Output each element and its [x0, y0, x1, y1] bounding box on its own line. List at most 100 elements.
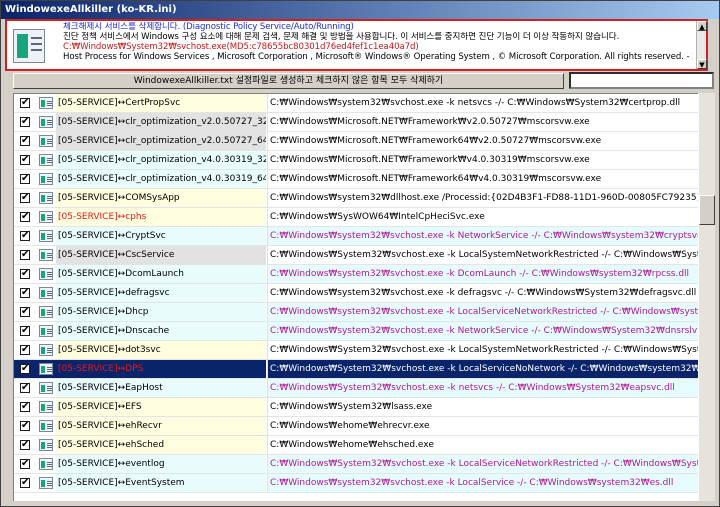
row-checkbox[interactable]	[20, 417, 30, 435]
row-checkbox[interactable]	[20, 113, 30, 131]
service-name[interactable]: [05-SERVICE]↔ehSched	[56, 436, 266, 454]
service-name[interactable]: [05-SERVICE]↔COMSysApp	[56, 189, 266, 207]
row-checkbox[interactable]	[20, 246, 30, 264]
row-checkbox-cell[interactable]	[14, 417, 36, 435]
table-row[interactable]: [05-SERVICE]↔EventSystemC:₩Windows₩syste…	[14, 474, 698, 493]
row-checkbox-cell[interactable]	[14, 436, 36, 454]
table-row[interactable]: [05-SERVICE]↔clr_optimization_v4.0.30319…	[14, 170, 698, 189]
service-command[interactable]: C:₩Windows₩system32₩svchost.exe -k Netwo…	[267, 227, 698, 245]
row-checkbox[interactable]	[20, 436, 30, 454]
table-row[interactable]: [05-SERVICE]↔clr_optimization_v2.0.50727…	[14, 113, 698, 132]
table-row[interactable]: [05-SERVICE]↔EFSC:₩Windows₩System32₩lsas…	[14, 398, 698, 417]
service-name[interactable]: [05-SERVICE]↔DcomLaunch	[56, 265, 266, 283]
service-command[interactable]: C:₩Windows₩SysWOW64₩IntelCpHeciSvc.exe	[267, 208, 698, 226]
table-row[interactable]: [05-SERVICE]↔DnscacheC:₩Windows₩system32…	[14, 322, 698, 341]
row-checkbox[interactable]	[20, 132, 30, 150]
service-command[interactable]: C:₩Windows₩System32₩svchost.exe -k netsv…	[267, 379, 698, 397]
row-checkbox[interactable]	[20, 303, 30, 321]
service-command[interactable]: C:₩Windows₩Microsoft.NET₩Framework₩v4.0.…	[267, 151, 698, 169]
table-row[interactable]: [05-SERVICE]↔CertPropSvcC:₩Windows₩syste…	[14, 94, 698, 113]
row-checkbox[interactable]	[20, 265, 30, 283]
row-checkbox[interactable]	[20, 284, 30, 302]
table-row[interactable]: [05-SERVICE]↔CscServiceC:₩Windows₩System…	[14, 246, 698, 265]
table-row[interactable]: [05-SERVICE]↔DPSC:₩Windows₩System32₩svch…	[14, 360, 698, 379]
row-checkbox[interactable]	[20, 398, 30, 416]
service-name[interactable]: [05-SERVICE]↔CertPropSvc	[56, 94, 266, 112]
service-command[interactable]: C:₩Windows₩system32₩svchost.exe -k Local…	[267, 303, 698, 321]
row-checkbox-cell[interactable]	[14, 474, 36, 492]
row-checkbox-cell[interactable]	[14, 379, 36, 397]
table-row[interactable]: [05-SERVICE]↔cphsC:₩Windows₩SysWOW64₩Int…	[14, 208, 698, 227]
scroll-down-icon[interactable]: ▼	[697, 59, 707, 69]
row-checkbox-cell[interactable]	[14, 322, 36, 340]
service-command[interactable]: C:₩Windows₩ehome₩ehsched.exe	[267, 436, 698, 454]
service-command[interactable]: C:₩Windows₩System32₩svchost.exe -k Local…	[267, 360, 698, 378]
service-name[interactable]: [05-SERVICE]↔defragsvc	[56, 284, 266, 302]
service-command[interactable]: C:₩Windows₩system32₩svchost.exe -k Local…	[267, 474, 698, 492]
service-name[interactable]: [05-SERVICE]↔EapHost	[56, 379, 266, 397]
service-name[interactable]: [05-SERVICE]↔EFS	[56, 398, 266, 416]
row-checkbox-cell[interactable]	[14, 227, 36, 245]
table-row[interactable]: [05-SERVICE]↔clr_optimization_v4.0.30319…	[14, 151, 698, 170]
service-command[interactable]: C:₩Windows₩System32₩svchost.exe -k Local…	[267, 246, 698, 264]
service-command[interactable]: C:₩Windows₩system32₩svchost.exe -k defra…	[267, 284, 698, 302]
service-name[interactable]: [05-SERVICE]↔clr_optimization_v4.0.30319…	[56, 151, 266, 169]
row-checkbox-cell[interactable]	[14, 94, 36, 112]
service-name[interactable]: [05-SERVICE]↔clr_optimization_v2.0.50727…	[56, 113, 266, 131]
service-command[interactable]: C:₩Windows₩System32₩svchost.exe -k Local…	[267, 341, 698, 359]
service-name[interactable]: [05-SERVICE]↔cphs	[56, 208, 266, 226]
service-command[interactable]: C:₩Windows₩ehome₩ehrecvr.exe	[267, 417, 698, 435]
info-scrollbar[interactable]: ▲ ▼	[696, 21, 707, 69]
service-command[interactable]: C:₩Windows₩System32₩lsass.exe	[267, 398, 698, 416]
service-command[interactable]: C:₩Windows₩Microsoft.NET₩Framework₩v2.0.…	[267, 113, 698, 131]
row-checkbox[interactable]	[20, 379, 30, 397]
row-checkbox[interactable]	[20, 170, 30, 188]
row-checkbox-cell[interactable]	[14, 455, 36, 473]
row-checkbox-cell[interactable]	[14, 113, 36, 131]
service-name[interactable]: [05-SERVICE]↔ehRecvr	[56, 417, 266, 435]
row-checkbox-cell[interactable]	[14, 151, 36, 169]
row-checkbox-cell[interactable]	[14, 132, 36, 150]
service-command[interactable]: C:₩Windows₩system32₩dllhost.exe /Process…	[267, 189, 698, 207]
service-name[interactable]: [05-SERVICE]↔clr_optimization_v4.0.30319…	[56, 170, 266, 188]
table-row[interactable]: [05-SERVICE]↔EapHostC:₩Windows₩System32₩…	[14, 379, 698, 398]
table-row[interactable]: [05-SERVICE]↔DcomLaunchC:₩Windows₩system…	[14, 265, 698, 284]
service-name[interactable]: [05-SERVICE]↔clr_optimization_v2.0.50727…	[56, 132, 266, 150]
service-list[interactable]: [05-SERVICE]↔CertPropSvcC:₩Windows₩syste…	[13, 93, 698, 501]
row-checkbox[interactable]	[20, 189, 30, 207]
row-checkbox[interactable]	[20, 341, 30, 359]
service-name[interactable]: [05-SERVICE]↔Dhcp	[56, 303, 266, 321]
service-command[interactable]: C:₩Windows₩System32₩svchost.exe -k Local…	[267, 455, 698, 473]
row-checkbox[interactable]	[20, 94, 30, 112]
service-name[interactable]: [05-SERVICE]↔DPS	[56, 360, 266, 378]
service-command[interactable]: C:₩Windows₩system32₩svchost.exe -k DcomL…	[267, 265, 698, 283]
row-checkbox-cell[interactable]	[14, 398, 36, 416]
list-scrollbar[interactable]	[698, 93, 715, 501]
row-checkbox[interactable]	[20, 208, 30, 226]
row-checkbox-cell[interactable]	[14, 341, 36, 359]
service-command[interactable]: C:₩Windows₩system32₩svchost.exe -k netsv…	[267, 94, 698, 112]
row-checkbox-cell[interactable]	[14, 284, 36, 302]
scroll-up-icon[interactable]: ▲	[697, 21, 707, 31]
row-checkbox[interactable]	[20, 474, 30, 492]
table-row[interactable]: [05-SERVICE]↔defragsvcC:₩Windows₩system3…	[14, 284, 698, 303]
table-row[interactable]: [05-SERVICE]↔COMSysAppC:₩Windows₩system3…	[14, 189, 698, 208]
row-checkbox-cell[interactable]	[14, 303, 36, 321]
service-name[interactable]: [05-SERVICE]↔Dnscache	[56, 322, 266, 340]
service-name[interactable]: [05-SERVICE]↔CryptSvc	[56, 227, 266, 245]
table-row[interactable]: [05-SERVICE]↔eventlogC:₩Windows₩System32…	[14, 455, 698, 474]
row-checkbox-cell[interactable]	[14, 189, 36, 207]
table-row[interactable]: [05-SERVICE]↔clr_optimization_v2.0.50727…	[14, 132, 698, 151]
table-row[interactable]: [05-SERVICE]↔DhcpC:₩Windows₩system32₩svc…	[14, 303, 698, 322]
row-checkbox-cell[interactable]	[14, 265, 36, 283]
row-checkbox[interactable]	[20, 455, 30, 473]
row-checkbox[interactable]	[20, 227, 30, 245]
scrollbar-thumb[interactable]	[699, 195, 715, 225]
service-name[interactable]: [05-SERVICE]↔eventlog	[56, 455, 266, 473]
service-command[interactable]: C:₩Windows₩system32₩svchost.exe -k Netwo…	[267, 322, 698, 340]
search-input[interactable]	[569, 72, 714, 89]
row-checkbox-cell[interactable]	[14, 208, 36, 226]
row-checkbox-cell[interactable]	[14, 170, 36, 188]
table-row[interactable]: [05-SERVICE]↔CryptSvcC:₩Windows₩system32…	[14, 227, 698, 246]
service-command[interactable]: C:₩Windows₩Microsoft.NET₩Framework64₩v4.…	[267, 170, 698, 188]
